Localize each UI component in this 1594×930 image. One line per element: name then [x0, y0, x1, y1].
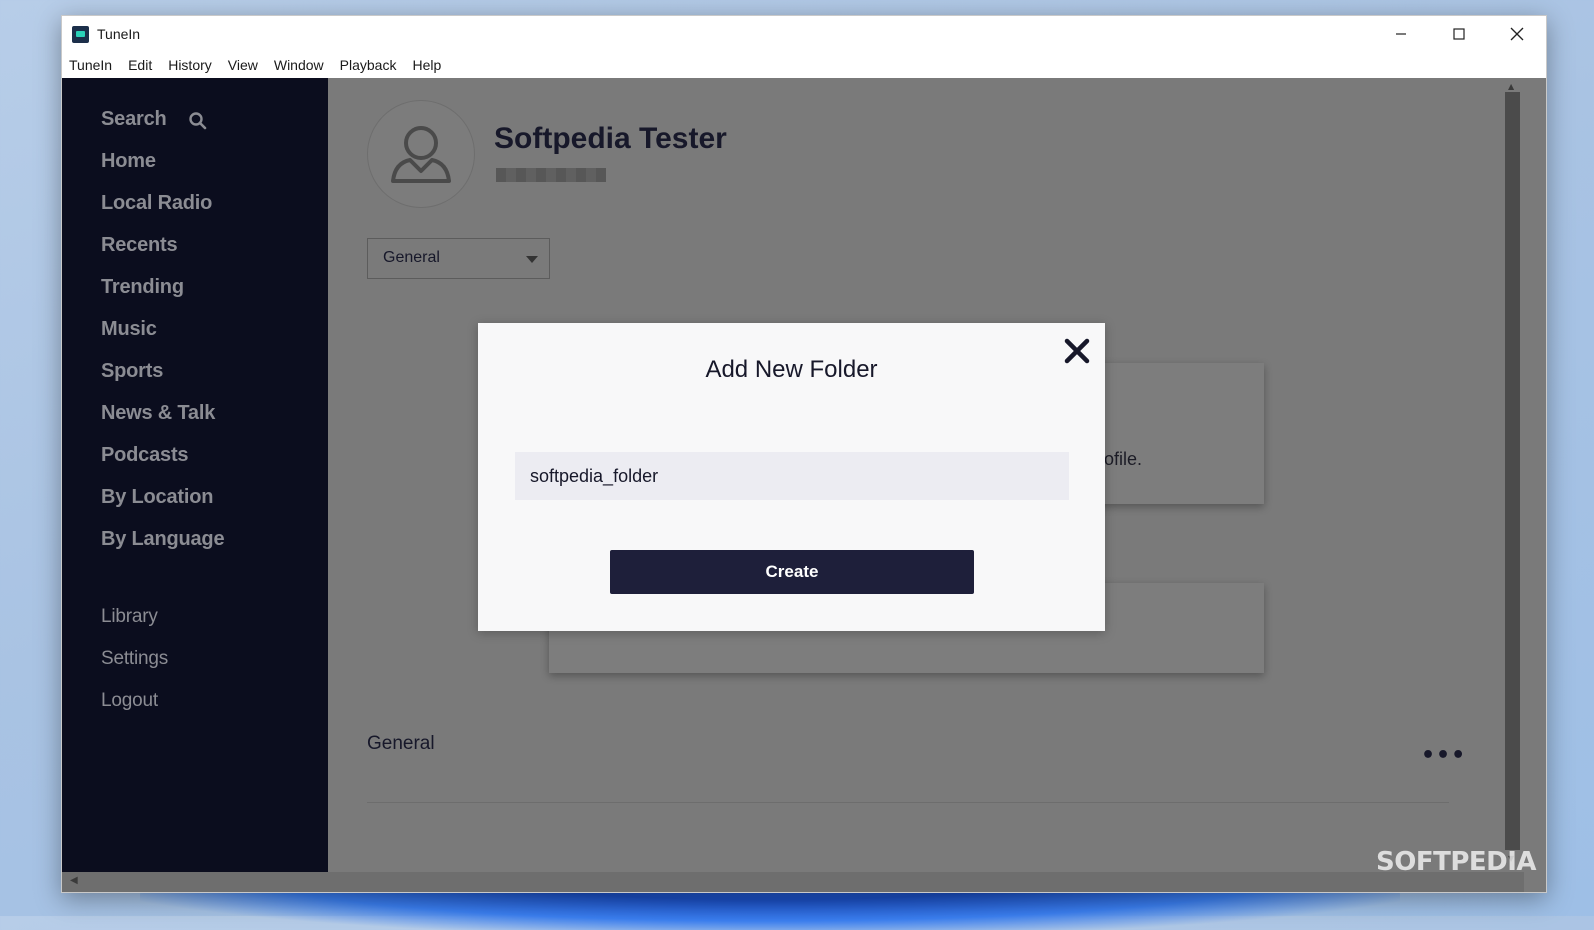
sidebar-item-settings[interactable]: Settings [101, 648, 168, 670]
minimize-button[interactable] [1372, 16, 1430, 52]
app-window: TuneIn TuneIn Edit History View Window P… [61, 15, 1547, 893]
profile-name: Softpedia Tester [494, 122, 727, 155]
menu-view[interactable]: View [220, 57, 266, 73]
add-folder-dialog: Add New Folder softpedia_folder Create [478, 323, 1105, 631]
create-button[interactable]: Create [610, 550, 974, 594]
menu-help[interactable]: Help [404, 57, 449, 73]
menu-history[interactable]: History [160, 57, 220, 73]
vertical-scrollbar[interactable]: ▲ ▼ [1502, 78, 1524, 872]
search-icon[interactable] [188, 111, 208, 135]
chevron-down-icon [526, 256, 538, 263]
close-dialog-button[interactable] [1063, 337, 1091, 365]
softpedia-watermark: SOFTPEDIA [1376, 847, 1537, 877]
sidebar-item-recents[interactable]: Recents [101, 234, 178, 257]
sidebar-item-trending[interactable]: Trending [101, 276, 184, 299]
close-icon [1510, 27, 1524, 41]
section-title: General [367, 733, 435, 754]
more-options-icon[interactable]: ••• [1421, 743, 1466, 768]
sidebar-item-podcasts[interactable]: Podcasts [101, 444, 189, 467]
scroll-up-icon[interactable]: ▲ [1508, 82, 1514, 91]
scroll-left-icon[interactable]: ◀ [70, 875, 78, 886]
menu-tunein[interactable]: TuneIn [62, 57, 120, 73]
close-icon [1064, 338, 1090, 364]
user-icon [391, 126, 451, 183]
sidebar-item-local-radio[interactable]: Local Radio [101, 192, 212, 215]
section-divider [367, 802, 1449, 803]
sidebar-nav: Search Home Local Radio Recents Trending… [62, 78, 328, 872]
menu-edit[interactable]: Edit [120, 57, 160, 73]
tunein-app-icon [72, 25, 89, 43]
close-window-button[interactable] [1488, 16, 1546, 52]
avatar[interactable] [367, 100, 475, 208]
folder-filter-select[interactable]: General [367, 238, 550, 279]
scrollbar-thumb[interactable] [1505, 92, 1520, 850]
menu-bar: TuneIn Edit History View Window Playback… [62, 52, 1546, 78]
profile-subtitle-redacted [496, 168, 606, 182]
folder-name-input[interactable]: softpedia_folder [515, 452, 1069, 500]
minimize-icon [1396, 33, 1406, 35]
window-title: TuneIn [97, 26, 141, 42]
sidebar-item-library[interactable]: Library [101, 606, 158, 628]
background-card-text: ofile. [1104, 449, 1143, 469]
sidebar-item-search[interactable]: Search [101, 108, 167, 131]
horizontal-scrollbar[interactable]: ◀ [62, 872, 1524, 892]
dialog-title: Add New Folder [705, 356, 878, 383]
menu-playback[interactable]: Playback [332, 57, 405, 73]
title-bar: TuneIn [62, 16, 1546, 52]
sidebar-item-by-language[interactable]: By Language [101, 528, 225, 551]
maximize-button[interactable] [1430, 16, 1488, 52]
folder-filter-value: General [383, 249, 440, 266]
sidebar-item-music[interactable]: Music [101, 318, 157, 341]
menu-window[interactable]: Window [266, 57, 332, 73]
sidebar-item-home[interactable]: Home [101, 150, 156, 173]
sidebar-item-news-talk[interactable]: News & Talk [101, 402, 215, 425]
sidebar-item-by-location[interactable]: By Location [101, 486, 213, 509]
maximize-icon [1453, 28, 1465, 40]
sidebar-item-sports[interactable]: Sports [101, 360, 163, 383]
sidebar-item-logout[interactable]: Logout [101, 690, 158, 712]
window-controls [1372, 16, 1546, 52]
